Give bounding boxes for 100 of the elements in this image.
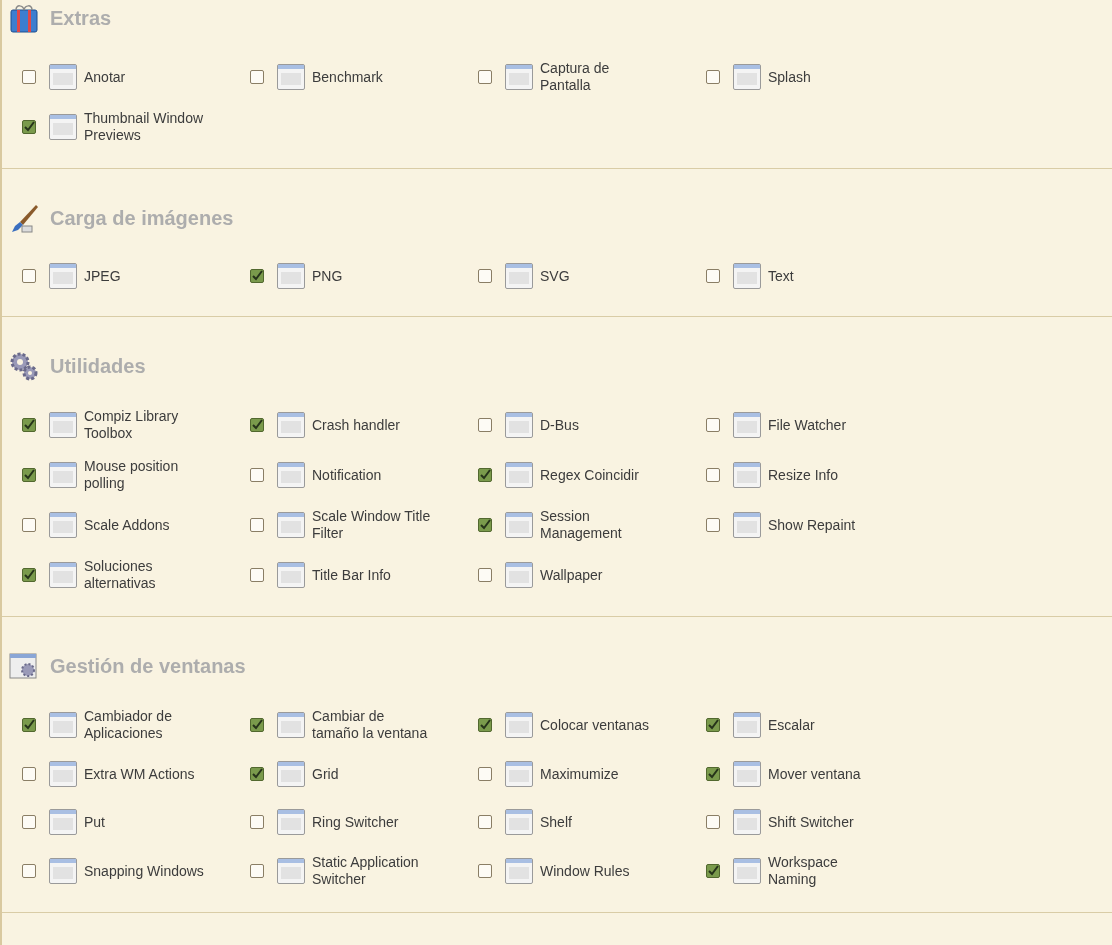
section-title: Carga de imágenes	[50, 206, 234, 231]
plugin-label: Crash handler	[312, 416, 401, 434]
plugin-label: Thumbnail Window Previews	[84, 110, 204, 144]
checkmark-icon	[251, 719, 263, 731]
window-icon	[503, 409, 535, 441]
plugin-label: Cambiar de tamaño la ventana	[312, 708, 429, 742]
checkbox[interactable]	[478, 815, 492, 829]
plugin-label: D-Bus	[540, 416, 580, 434]
checkbox[interactable]	[478, 518, 492, 532]
window-icon	[47, 61, 79, 93]
checkmark-icon	[707, 719, 719, 731]
plugin-label: Static Application Switcher	[312, 854, 420, 888]
window-icon	[503, 61, 535, 93]
window-icon	[47, 855, 79, 887]
gift-icon	[8, 2, 40, 34]
plugin-label: Colocar ventanas	[540, 716, 650, 734]
checkbox[interactable]	[478, 468, 492, 482]
plugin-label: Put	[84, 813, 106, 831]
checkbox[interactable]	[22, 418, 36, 432]
checkbox[interactable]	[706, 269, 720, 283]
checkbox[interactable]	[250, 269, 264, 283]
checkbox[interactable]	[478, 70, 492, 84]
plugin-label: Title Bar Info	[312, 566, 392, 584]
plugin-label: Resize Info	[768, 466, 840, 484]
window-icon	[503, 509, 535, 541]
plugin-label: SVG	[540, 267, 571, 285]
checkbox[interactable]	[706, 518, 720, 532]
checkbox[interactable]	[250, 468, 264, 482]
checkbox[interactable]	[22, 269, 36, 283]
checkbox[interactable]	[478, 269, 492, 283]
section-title: Gestión de ventanas	[50, 654, 246, 679]
window-icon	[47, 260, 79, 292]
window-icon	[47, 758, 79, 790]
checkbox[interactable]	[250, 568, 264, 582]
checkbox[interactable]	[706, 418, 720, 432]
checkmark-icon	[479, 519, 491, 531]
window-icon	[731, 855, 763, 887]
windows-icon	[8, 650, 40, 682]
plugin-label: Notification	[312, 466, 383, 484]
plugin-label: Soluciones alternativas	[84, 558, 157, 592]
window-icon	[503, 260, 535, 292]
checkbox[interactable]	[250, 518, 264, 532]
checkmark-icon	[23, 121, 35, 133]
checkbox[interactable]	[706, 767, 720, 781]
plugin-label: PNG	[312, 267, 344, 285]
plugin-label: Captura de Pantalla	[540, 60, 611, 94]
window-icon	[47, 459, 79, 491]
checkbox[interactable]	[22, 864, 36, 878]
checkbox[interactable]	[478, 418, 492, 432]
plugin-label: Session Management	[540, 508, 623, 542]
checkbox[interactable]	[22, 120, 36, 134]
plugin-label: Text	[768, 267, 795, 285]
checkbox[interactable]	[706, 815, 720, 829]
checkbox[interactable]	[250, 767, 264, 781]
plugin-label: Show Repaint	[768, 516, 857, 534]
checkbox[interactable]	[478, 568, 492, 582]
plugin-label: Grid	[312, 765, 340, 783]
checkbox[interactable]	[22, 815, 36, 829]
checkbox[interactable]	[478, 767, 492, 781]
checkbox[interactable]	[706, 864, 720, 878]
gears-icon	[8, 350, 40, 382]
section-title: Utilidades	[50, 354, 146, 379]
window-icon	[275, 709, 307, 741]
plugin-label: Splash	[768, 68, 812, 86]
checkmark-icon	[251, 768, 263, 780]
checkbox[interactable]	[22, 568, 36, 582]
window-icon	[731, 758, 763, 790]
window-icon	[47, 409, 79, 441]
plugin-label: Benchmark	[312, 68, 384, 86]
checkbox[interactable]	[706, 468, 720, 482]
checkbox[interactable]	[22, 468, 36, 482]
checkmark-icon	[23, 719, 35, 731]
checkmark-icon	[23, 469, 35, 481]
checkbox[interactable]	[250, 418, 264, 432]
checkmark-icon	[707, 768, 719, 780]
plugin-label: Wallpaper	[540, 566, 604, 584]
checkbox[interactable]	[22, 767, 36, 781]
window-icon	[503, 855, 535, 887]
window-icon	[275, 61, 307, 93]
checkbox[interactable]	[706, 70, 720, 84]
plugin-label: Shift Switcher	[768, 813, 855, 831]
checkbox[interactable]	[250, 864, 264, 878]
plugin-label: Mouse position polling	[84, 458, 180, 492]
checkbox[interactable]	[250, 718, 264, 732]
plugin-label: Compiz Library Toolbox	[84, 408, 180, 442]
window-icon	[731, 409, 763, 441]
section-title: Extras	[50, 6, 112, 31]
checkbox[interactable]	[22, 70, 36, 84]
checkbox[interactable]	[250, 70, 264, 84]
window-icon	[503, 709, 535, 741]
checkbox[interactable]	[478, 718, 492, 732]
window-icon	[731, 61, 763, 93]
checkbox[interactable]	[250, 815, 264, 829]
checkbox[interactable]	[478, 864, 492, 878]
checkbox[interactable]	[22, 718, 36, 732]
window-icon	[275, 758, 307, 790]
checkbox[interactable]	[22, 518, 36, 532]
checkbox[interactable]	[706, 718, 720, 732]
plugin-label: Extra WM Actions	[84, 765, 196, 783]
window-icon	[275, 806, 307, 838]
